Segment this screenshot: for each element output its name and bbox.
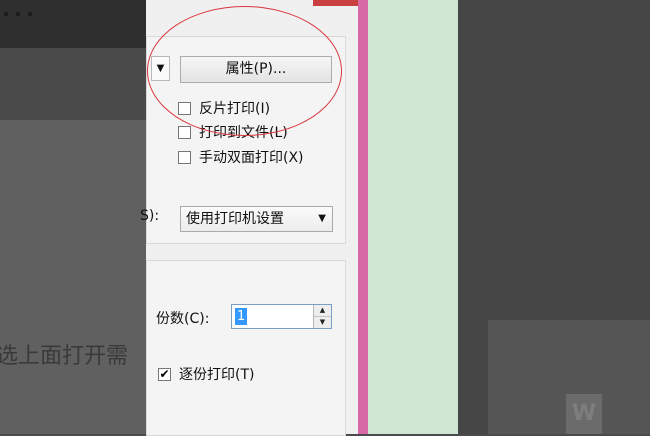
background-document-text: 选上面打开需 [0,344,129,369]
copies-value[interactable]: 1 [235,308,248,325]
paper-source-label: S): [140,208,160,224]
collate-label: 逐份打印(T) [179,367,255,383]
background-document [0,120,146,434]
print-to-file-checkbox[interactable] [178,125,191,139]
close-button-edge[interactable] [313,0,358,6]
manual-duplex-label: 手动双面打印(X) [199,150,304,166]
window-border [358,0,368,434]
side-panel [368,0,458,434]
paper-source-value: 使用打印机设置 [186,211,284,227]
manual-duplex-checkbox[interactable] [178,150,191,164]
copies-label: 份数(C): [156,311,210,327]
annotation-circle [147,6,342,136]
manual-duplex-option[interactable]: 手动双面打印(X) [178,147,304,167]
chevron-down-icon: ▼ [318,213,326,224]
stepper-down-icon[interactable]: ▼ [314,317,331,328]
collate-option[interactable]: ✔ 逐份打印(T) [158,364,254,384]
stepper-up-icon[interactable]: ▲ [314,305,331,317]
paper-source-select[interactable]: 使用打印机设置 ▼ [180,206,333,232]
background-title-fragment: … [0,0,36,25]
collate-checkbox[interactable]: ✔ [158,367,171,381]
copies-stepper[interactable]: 1 ▲ ▼ [231,304,332,329]
copies-stepper-buttons: ▲ ▼ [313,305,331,328]
copies-group-box [146,260,346,436]
word-file-icon: W [566,394,602,434]
